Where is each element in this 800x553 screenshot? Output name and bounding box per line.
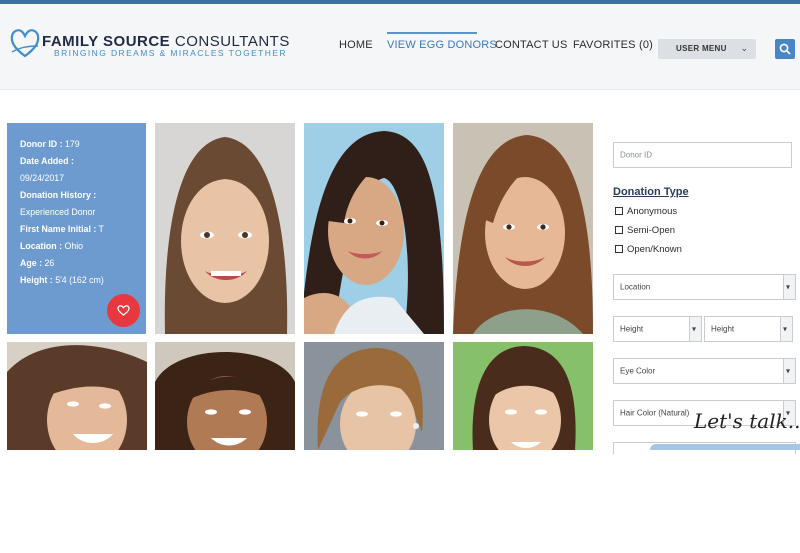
height-to-select[interactable]: Height	[704, 316, 793, 342]
checkbox-semi-open[interactable]: Semi-Open	[615, 225, 675, 236]
height-from-select[interactable]: Height	[613, 316, 702, 342]
donor-photo[interactable]	[453, 123, 593, 334]
chevron-down-icon	[783, 359, 795, 383]
chevron-down-icon	[689, 317, 701, 341]
checkbox-box	[615, 245, 623, 253]
donor-photo[interactable]	[304, 123, 444, 334]
donor-photo[interactable]	[155, 123, 295, 334]
date-added-label: Date Added :	[20, 156, 74, 166]
nav-contact-us[interactable]: CONTACT US	[495, 39, 568, 51]
user-menu-dropdown[interactable]: USER MENU ⌄	[658, 39, 756, 59]
age-line: Age : 26	[20, 258, 55, 268]
donor-photo[interactable]	[155, 342, 295, 553]
height-line: Height : 5'4 (162 cm)	[20, 275, 104, 285]
donor-photo[interactable]	[304, 342, 444, 553]
checkbox-anonymous[interactable]: Anonymous	[615, 206, 677, 217]
height-to-value: Height	[711, 324, 735, 334]
brand-tagline: BRINGING DREAMS & MIRACLES TOGETHER	[54, 48, 287, 58]
heart-icon	[117, 305, 130, 316]
donation-type-title: Donation Type	[613, 186, 689, 198]
site-header: FAMILY SOURCE CONSULTANTS BRINGING DREAM…	[0, 4, 800, 90]
search-icon	[779, 43, 791, 55]
location-select-value: Location	[620, 282, 651, 292]
nav-active-indicator	[387, 32, 477, 34]
location-select[interactable]: Location	[613, 274, 796, 300]
date-added-value: 09/24/2017	[20, 173, 65, 183]
donor-photo[interactable]	[7, 342, 147, 553]
checkbox-box	[615, 226, 623, 234]
donor-id-line: Donor ID : 179	[20, 139, 80, 149]
user-menu-label: USER MENU	[676, 44, 727, 53]
donor-id-placeholder: Donor ID	[620, 150, 653, 160]
chat-label[interactable]: Let's talk...	[694, 409, 800, 433]
favorite-button[interactable]	[107, 294, 140, 327]
heart-logo-icon	[10, 29, 40, 58]
site-logo[interactable]: FAMILY SOURCE CONSULTANTS BRINGING DREAM…	[10, 26, 289, 66]
chevron-down-icon	[780, 317, 792, 341]
donor-info-card[interactable]: Donor ID : 179 Date Added : 09/24/2017 D…	[7, 123, 146, 334]
search-button[interactable]	[775, 39, 795, 59]
donation-history-value: Experienced Donor	[20, 207, 96, 217]
chevron-down-icon: ⌄	[740, 43, 748, 53]
eye-color-value: Eye Color	[620, 366, 656, 376]
chevron-down-icon	[783, 275, 795, 299]
eye-color-select[interactable]: Eye Color	[613, 358, 796, 384]
height-from-value: Height	[620, 324, 644, 334]
nav-favorites[interactable]: FAVORITES (0)	[573, 39, 653, 51]
chat-widget-tab[interactable]	[650, 444, 800, 450]
hair-color-value: Hair Color (Natural)	[620, 408, 690, 418]
checkbox-open-known[interactable]: Open/Known	[615, 244, 682, 255]
nav-home[interactable]: HOME	[339, 39, 373, 51]
donation-history-label: Donation History :	[20, 190, 97, 200]
location-line: Location : Ohio	[20, 241, 84, 251]
checkbox-box	[615, 207, 623, 215]
first-initial-line: First Name Initial : T	[20, 224, 104, 234]
donor-id-input[interactable]: Donor ID	[613, 142, 792, 168]
donor-photo[interactable]	[453, 342, 593, 553]
filter-sidebar: Donor ID Donation Type Anonymous Semi-Op…	[606, 123, 800, 454]
nav-view-egg-donors[interactable]: VIEW EGG DONORS	[387, 39, 497, 51]
